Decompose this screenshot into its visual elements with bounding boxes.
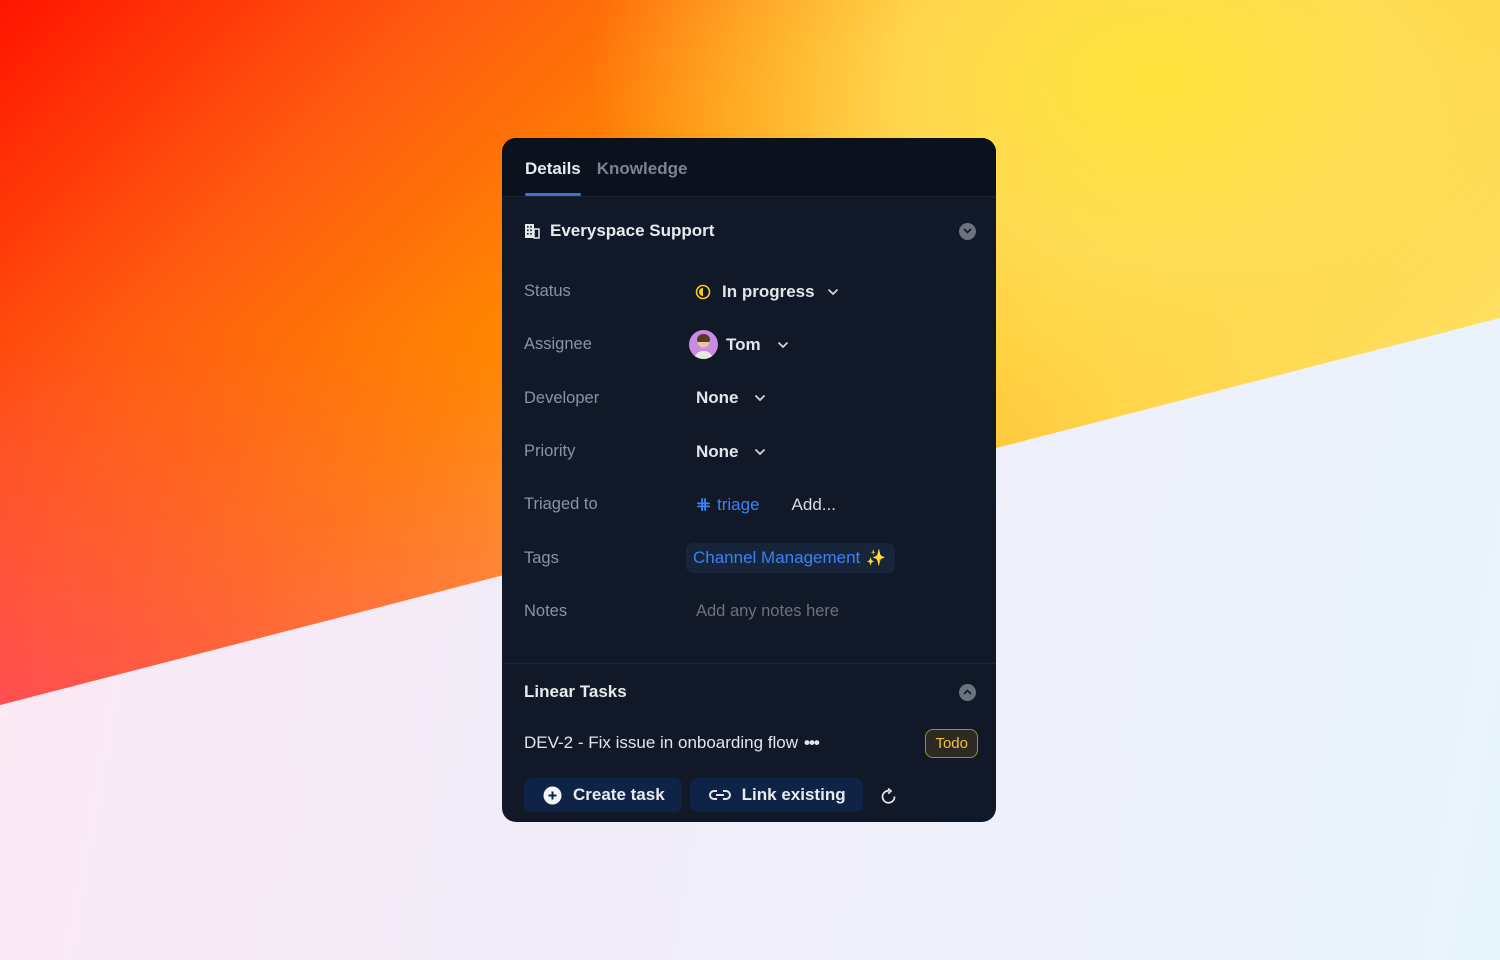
half-circle-status-icon [695, 284, 711, 300]
triage-channel-link[interactable]: triage [696, 495, 760, 515]
create-task-button[interactable]: Create task [524, 778, 682, 813]
building-icon [524, 223, 540, 239]
status-label: Status [524, 282, 571, 301]
chevron-down-icon [754, 394, 766, 402]
assignee-value: Tom [726, 334, 761, 354]
tag-label: Channel Management [693, 548, 861, 568]
organization-title: Everyspace Support [550, 221, 715, 240]
field-tags: Tags Channel Management ✨ [524, 531, 996, 584]
link-existing-button[interactable]: Link existing [689, 778, 863, 813]
chevron-down-circle-icon[interactable] [959, 222, 976, 240]
plus-circle-icon [543, 786, 562, 805]
tab-bar: Details Knowledge [502, 138, 996, 197]
status-badge: Todo [925, 728, 978, 758]
create-task-label: Create task [573, 785, 665, 805]
task-actions: Create task Link existing [502, 766, 996, 813]
chevron-down-icon [777, 341, 789, 349]
field-notes: Notes [524, 585, 996, 638]
more-icon[interactable]: ••• [804, 733, 820, 752]
developer-value: None [696, 388, 739, 408]
chevron-down-icon [827, 288, 839, 296]
chevron-down-icon [754, 448, 766, 456]
add-triage-button[interactable]: Add... [792, 495, 836, 515]
avatar [689, 330, 718, 360]
details-section-header: Everyspace Support [502, 197, 996, 265]
field-triaged-to: Triaged to triage Add... [524, 478, 996, 531]
status-dropdown[interactable]: In progress [686, 282, 839, 302]
tags-label: Tags [524, 548, 559, 567]
status-value: In progress [722, 281, 815, 301]
details-panel: Details Knowledge Everyspace Support Sta… [502, 138, 996, 822]
tab-knowledge[interactable]: Knowledge [597, 159, 688, 196]
link-icon [708, 788, 731, 802]
link-existing-label: Link existing [741, 785, 846, 805]
field-status: Status In progress [524, 265, 996, 318]
linear-section-title: Linear Tasks [524, 682, 627, 702]
assignee-label: Assignee [524, 335, 592, 354]
notes-input[interactable] [696, 601, 956, 621]
developer-dropdown[interactable]: None [686, 388, 766, 408]
priority-dropdown[interactable]: None [686, 442, 766, 462]
linear-section-header: Linear Tasks [502, 664, 996, 720]
notes-label: Notes [524, 601, 568, 620]
assignee-dropdown[interactable]: Tom [686, 330, 789, 360]
field-assignee: Assignee Tom [524, 318, 996, 371]
tab-details[interactable]: Details [525, 159, 581, 196]
refresh-icon[interactable] [879, 787, 899, 807]
chevron-up-circle-icon[interactable] [959, 683, 976, 701]
developer-label: Developer [524, 388, 600, 407]
tag-chip[interactable]: Channel Management ✨ [686, 543, 896, 574]
field-developer: Developer None [524, 372, 996, 425]
task-item: DEV-2 - Fix issue in onboarding flow ••• … [502, 720, 996, 766]
sparkles-icon: ✨ [866, 550, 887, 568]
priority-label: Priority [524, 442, 576, 461]
slack-icon [696, 497, 711, 512]
task-title: DEV-2 - Fix issue in onboarding flow [524, 733, 799, 753]
triaged-to-label: Triaged to [524, 495, 598, 514]
field-priority: Priority None [524, 425, 996, 478]
triage-channel-name: triage [717, 494, 760, 514]
task-link[interactable]: DEV-2 - Fix issue in onboarding flow ••• [524, 733, 925, 753]
priority-value: None [696, 441, 739, 461]
